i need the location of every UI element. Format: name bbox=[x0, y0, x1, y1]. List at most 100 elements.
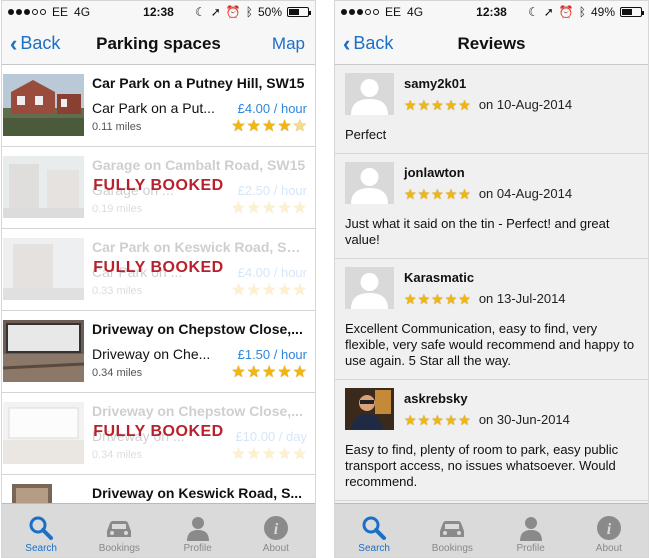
parking-list-item[interactable]: Garage on Cambalt Road, SW15 Garage on .… bbox=[2, 147, 315, 229]
rating-stars: ★ ★ ★ ★ ★ bbox=[231, 119, 307, 135]
parking-distance: 0.34 miles bbox=[92, 367, 143, 379]
tab-search[interactable]: Search bbox=[335, 504, 413, 557]
tab-search[interactable]: Search bbox=[2, 504, 80, 557]
star-icon: ★ bbox=[277, 200, 292, 217]
avatar bbox=[345, 388, 394, 430]
parking-list-item[interactable]: Driveway on Chepstow Close,... Driveway … bbox=[2, 393, 315, 475]
parking-photo bbox=[12, 484, 52, 503]
review-date: on 04-Aug-2014 bbox=[478, 186, 573, 201]
tab-label: About bbox=[262, 543, 289, 554]
tab-about[interactable]: i About bbox=[570, 504, 648, 557]
star-icon: ★ bbox=[277, 364, 292, 381]
star-icon: ★ bbox=[292, 446, 307, 463]
review-text: Just what it said on the tin - Perfect! … bbox=[345, 216, 610, 247]
location-icon: ➚ bbox=[543, 5, 554, 19]
star-icon: ★ bbox=[458, 411, 471, 428]
parking-price: £4.00 / hour bbox=[237, 101, 307, 116]
page-title: Reviews bbox=[457, 34, 526, 53]
avatar bbox=[345, 162, 394, 204]
star-icon: ★ bbox=[231, 446, 246, 463]
map-button[interactable]: Map bbox=[272, 34, 305, 54]
tab-label: About bbox=[595, 543, 622, 554]
parking-price: £1.50 / hour bbox=[237, 347, 307, 362]
star-icon: ★ bbox=[292, 118, 307, 135]
rating-stars: ★ ★ ★ ★ ★ bbox=[231, 447, 307, 463]
parking-distance: 0.33 miles bbox=[92, 285, 143, 297]
tab-bookings[interactable]: Bookings bbox=[413, 504, 491, 557]
star-icon: ★ bbox=[231, 118, 246, 135]
star-icon: ★ bbox=[458, 185, 471, 202]
tab-label: Search bbox=[25, 543, 57, 554]
review-date: on 13-Jul-2014 bbox=[478, 291, 566, 306]
star-icon: ★ bbox=[261, 364, 277, 381]
parking-list-item[interactable]: Car Park on a Putney Hill, SW15 Car Park… bbox=[2, 65, 315, 147]
tab-about[interactable]: i About bbox=[237, 504, 315, 557]
reviewer-name: Karasmatic bbox=[404, 270, 475, 285]
reviewer-name: samy2k01 bbox=[404, 76, 467, 91]
car-icon bbox=[107, 521, 132, 537]
star-icon: ★ bbox=[431, 185, 444, 202]
star-icon: ★ bbox=[246, 200, 261, 217]
star-icon: ★ bbox=[277, 118, 292, 135]
tab-label: Bookings bbox=[431, 543, 473, 554]
tab-label: Bookings bbox=[98, 543, 140, 554]
star-icon: ★ bbox=[246, 446, 261, 463]
fully-booked-label: FULLY BOOKED bbox=[93, 177, 224, 194]
battery-icon bbox=[620, 7, 644, 17]
star-icon: ★ bbox=[261, 118, 277, 135]
review-text: Excellent Communication, easy to find, v… bbox=[345, 321, 635, 368]
star-icon: ★ bbox=[246, 364, 261, 381]
star-icon: ★ bbox=[277, 282, 292, 299]
location-icon: ➚ bbox=[210, 5, 221, 19]
reviews-list[interactable]: samy2k01 ★ ★ ★ ★ ★ on 10-Aug-2014 Perfect jon… bbox=[335, 65, 648, 503]
review-item: samy2k01 ★ ★ ★ ★ ★ on 10-Aug-2014 Perfect bbox=[335, 65, 648, 154]
star-icon: ★ bbox=[246, 118, 261, 135]
star-icon: ★ bbox=[231, 200, 246, 217]
alarm-icon: ⏰ bbox=[225, 5, 241, 19]
star-icon: ★ bbox=[431, 290, 444, 307]
parking-title: Driveway on Keswick Road, S... bbox=[92, 485, 303, 501]
star-icon: ★ bbox=[417, 185, 431, 202]
battery-percent: 49% bbox=[590, 5, 615, 19]
info-icon: i bbox=[596, 516, 621, 540]
rating-stars: ★ ★ ★ ★ ★ bbox=[404, 292, 471, 306]
nav-bar: ‹ Back Parking spaces Map bbox=[2, 23, 315, 65]
tab-bookings[interactable]: Bookings bbox=[80, 504, 158, 557]
parking-distance: 0.11 miles bbox=[92, 121, 142, 133]
search-icon bbox=[362, 516, 387, 540]
parking-distance: 0.19 miles bbox=[92, 203, 143, 215]
fully-booked-label: FULLY BOOKED bbox=[93, 423, 224, 440]
fully-booked-label: FULLY BOOKED bbox=[93, 259, 224, 276]
tab-profile[interactable]: Profile bbox=[159, 504, 237, 557]
star-icon: ★ bbox=[444, 185, 458, 202]
star-icon: ★ bbox=[444, 411, 458, 428]
parking-list-item[interactable]: Driveway on Keswick Road, S... bbox=[2, 475, 315, 503]
moon-icon: ☾ bbox=[527, 5, 539, 19]
star-icon: ★ bbox=[431, 411, 444, 428]
reviewer-name: askrebsky bbox=[404, 391, 468, 406]
review-text: Easy to find, plenty of room to park, ea… bbox=[345, 442, 619, 489]
parking-list[interactable]: Car Park on a Putney Hill, SW15 Car Park… bbox=[2, 65, 315, 503]
car-icon bbox=[440, 521, 465, 537]
star-icon: ★ bbox=[231, 282, 246, 299]
parking-photo bbox=[3, 320, 84, 382]
star-icon: ★ bbox=[404, 411, 417, 428]
star-icon: ★ bbox=[444, 96, 458, 113]
parking-list-item[interactable]: Car Park on Keswick Road, SW15 Car Park … bbox=[2, 229, 315, 311]
tab-profile[interactable]: Profile bbox=[492, 504, 570, 557]
reviewer-name: jonlawton bbox=[404, 165, 465, 180]
star-icon: ★ bbox=[458, 96, 471, 113]
svg-text:i: i bbox=[274, 521, 279, 538]
reviews-screen: EE 4G 12:38 ☾ ➚ ⏰ ᛒ 49% ‹ Back Reviews sa… bbox=[334, 0, 649, 558]
rating-stars: ★ ★ ★ ★ ★ bbox=[404, 413, 471, 427]
moon-icon: ☾ bbox=[194, 5, 206, 19]
parking-title: Driveway on Chepstow Close,... bbox=[92, 403, 303, 419]
rating-stars: ★ ★ ★ ★ ★ bbox=[231, 283, 307, 299]
bluetooth-icon: ᛒ bbox=[578, 5, 586, 19]
nav-bar: ‹ Back Reviews bbox=[335, 23, 648, 65]
star-icon: ★ bbox=[261, 446, 277, 463]
star-icon: ★ bbox=[458, 290, 471, 307]
parking-list-item[interactable]: Driveway on Chepstow Close,... Driveway … bbox=[2, 311, 315, 393]
tab-bar: Search Bookings Profile i About bbox=[2, 503, 315, 557]
star-icon: ★ bbox=[444, 290, 458, 307]
